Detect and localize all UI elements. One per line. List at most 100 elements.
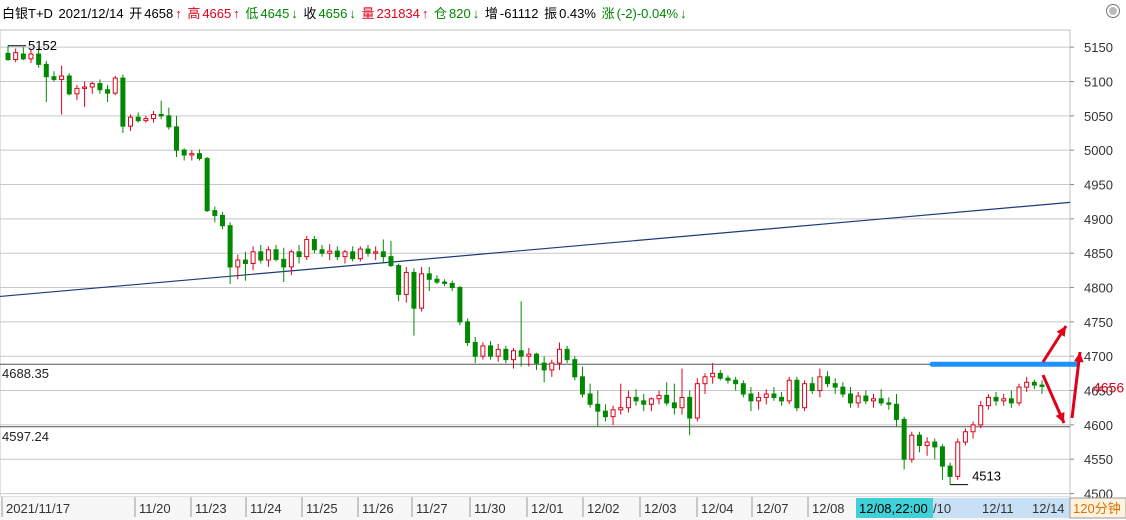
candle-body bbox=[365, 248, 371, 254]
candle-body bbox=[449, 282, 455, 289]
candle-body bbox=[304, 238, 310, 258]
candle-body bbox=[20, 53, 26, 60]
candle-body bbox=[327, 250, 333, 254]
candle-body bbox=[396, 265, 402, 295]
candle-body bbox=[939, 446, 945, 467]
candle-body bbox=[641, 400, 647, 405]
candle-body bbox=[825, 376, 831, 385]
candle-body bbox=[97, 83, 103, 91]
candle-body bbox=[419, 273, 425, 309]
candle-body bbox=[1031, 381, 1037, 386]
candle-body bbox=[924, 441, 930, 446]
candle-body bbox=[947, 465, 953, 477]
x-tick-label: 12/02 bbox=[587, 501, 620, 516]
candle-body bbox=[457, 287, 463, 323]
y-tick-label: 4600 bbox=[1084, 418, 1113, 433]
period-label: 120分钟 bbox=[1073, 501, 1121, 516]
candle-body bbox=[962, 431, 968, 443]
level-high-label: 4688.35 bbox=[2, 366, 49, 381]
candle-body bbox=[587, 393, 593, 405]
candle-body bbox=[901, 418, 907, 460]
max-label: 5152 bbox=[28, 38, 57, 53]
candle-body bbox=[380, 251, 386, 258]
candle-body bbox=[702, 376, 708, 385]
candle-body bbox=[488, 345, 494, 357]
x-tick-label: 12/14 bbox=[1032, 501, 1065, 516]
x-tick-label: 11/20 bbox=[139, 501, 171, 516]
y-tick-label: 5050 bbox=[1084, 109, 1113, 124]
candle-body bbox=[648, 398, 654, 405]
candle-body bbox=[817, 376, 823, 392]
candle-body bbox=[472, 341, 478, 357]
candle-body bbox=[288, 251, 294, 268]
last-price-label: 4656 bbox=[1093, 379, 1124, 395]
candle-body bbox=[725, 377, 731, 381]
candle-body bbox=[181, 149, 187, 156]
candlestick-chart[interactable]: 5150 5100 5050 5000 4950 4900 4850 4800 4750 4700… bbox=[0, 0, 1126, 520]
candle-body bbox=[311, 238, 317, 251]
candle-body bbox=[687, 396, 693, 419]
candle-body bbox=[656, 394, 662, 400]
candle-body bbox=[273, 249, 279, 260]
candle-body bbox=[993, 396, 999, 402]
candle-body bbox=[59, 75, 65, 80]
candle-body bbox=[1008, 398, 1014, 404]
y-tick-label: 4750 bbox=[1084, 315, 1113, 330]
candle-body bbox=[763, 393, 769, 398]
candle-body bbox=[511, 350, 517, 361]
candle-body bbox=[112, 77, 118, 94]
y-tick-label: 4950 bbox=[1084, 178, 1113, 193]
candle-body bbox=[549, 362, 555, 371]
candle-body bbox=[434, 278, 440, 283]
y-tick-label: 4800 bbox=[1084, 281, 1113, 296]
candle-body bbox=[465, 321, 471, 343]
candle-body bbox=[564, 348, 570, 361]
candle-body bbox=[1039, 384, 1045, 387]
candle-body bbox=[909, 434, 915, 460]
candle-body bbox=[878, 398, 884, 404]
y-tick-label: 4850 bbox=[1084, 246, 1113, 261]
candle-body bbox=[740, 383, 746, 395]
candle-body bbox=[51, 76, 57, 80]
x-tick-label: 12/01 bbox=[531, 501, 564, 516]
candle-body bbox=[219, 214, 225, 227]
candle-body bbox=[556, 348, 562, 364]
candle-body bbox=[579, 376, 585, 395]
candle-body bbox=[786, 379, 792, 402]
candle-body bbox=[809, 383, 815, 392]
candle-body bbox=[388, 256, 394, 267]
x-tick-label: 12/11 bbox=[982, 501, 1014, 516]
candle-body bbox=[1016, 386, 1022, 404]
candle-body bbox=[633, 396, 639, 402]
x-tick-label: 12/04 bbox=[701, 501, 734, 516]
y-tick-label: 4700 bbox=[1084, 349, 1113, 364]
candle-body bbox=[242, 259, 248, 264]
candle-body bbox=[832, 383, 838, 388]
candle-body bbox=[794, 379, 800, 409]
candle-body bbox=[258, 251, 264, 261]
cursor-time-label: 12/08,22:00 bbox=[859, 501, 928, 516]
candle-body bbox=[120, 77, 126, 127]
candle-body bbox=[82, 86, 88, 89]
candle-body bbox=[779, 396, 785, 402]
candle-body bbox=[595, 403, 601, 412]
candle-body bbox=[166, 115, 172, 128]
candle-body bbox=[174, 126, 180, 151]
candle-body bbox=[212, 210, 218, 216]
candle-body bbox=[541, 362, 547, 371]
candle-body bbox=[265, 249, 271, 261]
candle-body bbox=[296, 251, 302, 258]
candle-body bbox=[863, 395, 869, 402]
candle-body bbox=[196, 153, 202, 159]
y-tick-label: 4900 bbox=[1084, 212, 1113, 227]
candle-body bbox=[848, 393, 854, 404]
x-tick-label: 12/07 bbox=[756, 501, 789, 516]
candle-body bbox=[36, 53, 42, 65]
candle-body bbox=[66, 75, 72, 95]
candle-body bbox=[135, 116, 141, 122]
y-tick-label: 5000 bbox=[1084, 143, 1113, 158]
candle-body bbox=[373, 251, 379, 254]
candle-body bbox=[151, 113, 157, 120]
candle-body bbox=[679, 396, 685, 409]
candle-body bbox=[572, 359, 578, 378]
